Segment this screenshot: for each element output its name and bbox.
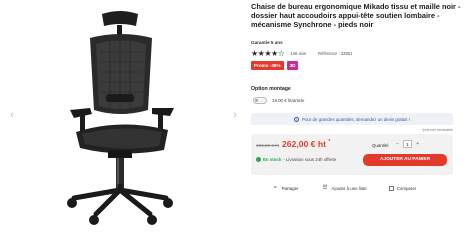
product-title: Chaise de bureau ergonomique Mikado tiss… [251,2,461,29]
product-actions: ⚬ Partager ☰ Ajouter à une liste Compare… [273,185,448,191]
delivery-text: - Livraison sous 24h offerte [283,157,337,162]
compare-label: Comparer [396,185,417,191]
reference-text: Référence : 32851 [317,50,353,56]
compare-checkbox[interactable] [388,185,394,191]
stock-status: En stock - Livraison sous 24h offerte [256,157,336,162]
rating-row: ★★★★☆ 149 avis Référence : 32851 [251,48,352,58]
gallery-prev-arrow[interactable]: ‹ [6,108,18,122]
add-to-cart-button[interactable]: AJOUTER AU PANIER [363,154,447,166]
current-price-value: 262,00 € ht [282,139,326,149]
list-icon: ☰ [322,185,328,191]
in-stock-icon [256,157,261,162]
quantity-stepper: – 1 + [396,140,419,148]
product-gallery: ‹ › [0,0,245,243]
quantity-input[interactable]: 1 [402,140,412,148]
price-note: *prix non remisable [422,128,453,132]
compare-toggle[interactable]: Comparer [388,185,417,191]
assembly-price-label: 19,00 € ht/article [272,98,305,103]
current-price: 262,00 € ht * [282,139,330,149]
3d-badge[interactable]: 3D [286,61,299,70]
share-label: Partager [281,185,299,191]
rating-stars-icon[interactable]: ★★★★☆ [251,49,285,58]
info-icon: i [294,116,300,122]
quantity-plus-button[interactable]: + [416,141,419,147]
option-title: Option montage [251,86,291,92]
guarantee-text: Garantie 5 ans [251,40,283,45]
badge-row: Promo -36% 3D [251,61,299,70]
product-info: Chaise de bureau ergonomique Mikado tiss… [251,0,473,243]
add-to-list-label: Ajouter à une liste [331,185,367,191]
quantity-minus-button[interactable]: – [396,141,399,147]
in-stock-text: En stock [263,157,282,162]
reviews-link[interactable]: 149 avis [290,51,306,56]
quantity-label: Quantité [372,143,389,148]
promo-badge: Promo -36% [251,61,284,70]
add-to-list-button[interactable]: ☰ Ajouter à une liste [323,185,367,191]
assembly-toggle[interactable] [253,97,267,104]
share-icon: ⚬ [273,185,278,191]
product-image[interactable] [40,8,200,228]
buy-box: 408,00 € ht 262,00 € ht * Quantité – 1 +… [251,134,453,175]
quote-banner-text: Pour de grandes quantités, demandez un d… [302,116,410,122]
share-button[interactable]: ⚬ Partager [273,185,299,191]
old-price: 408,00 € ht [256,143,279,148]
quote-banner[interactable]: i Pour de grandes quantités, demandez un… [251,113,453,125]
option-row: 19,00 € ht/article [253,97,304,104]
gallery-next-arrow[interactable]: › [229,108,241,122]
price-asterisk: * [328,139,331,146]
